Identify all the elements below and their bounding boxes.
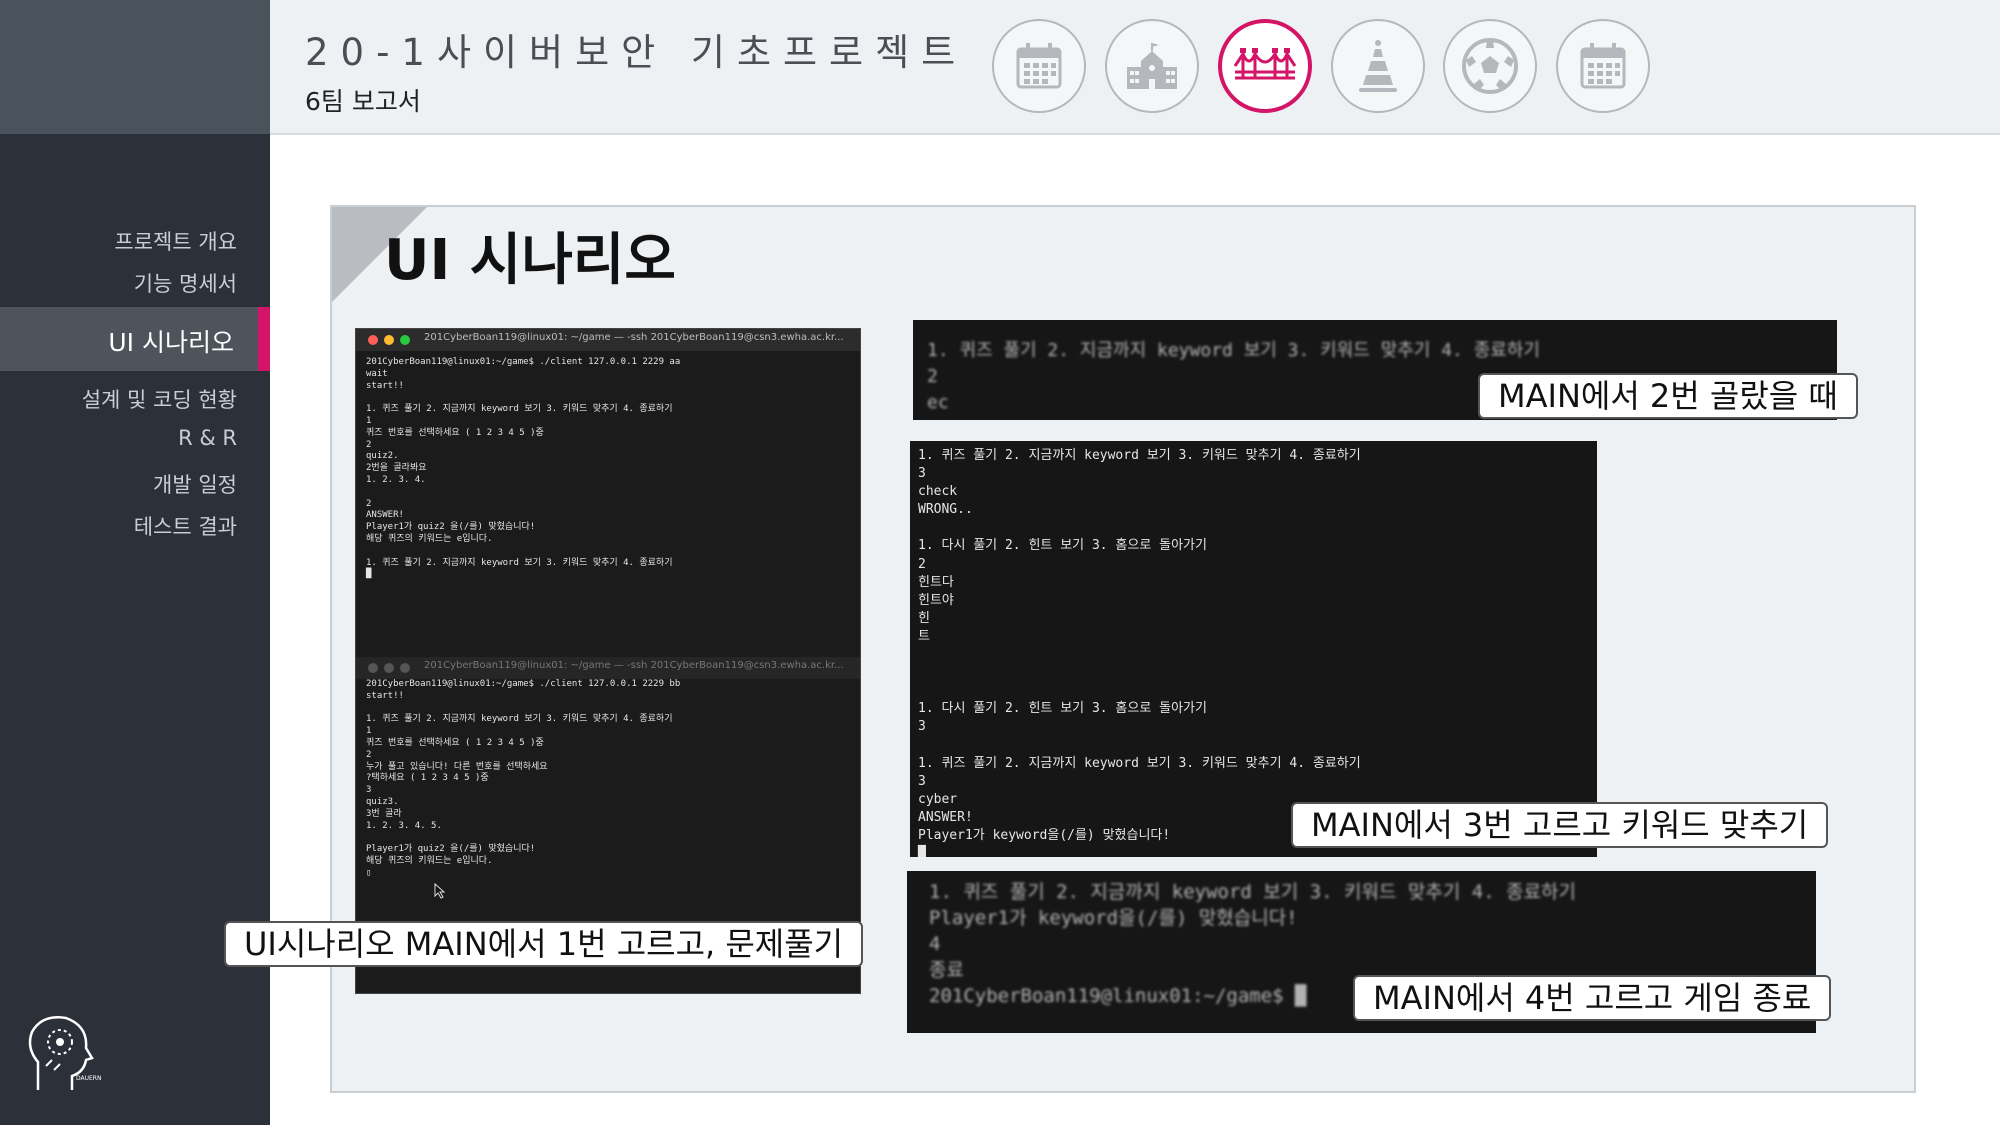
maximize-dot [400,335,410,345]
active-indicator [258,307,270,371]
sidebar-top-band [0,0,270,134]
page-title: 20-1사이버보안 기초프로젝트 [305,31,968,74]
caption-main-2: MAIN에서 2번 골랐을 때 [1478,373,1858,419]
sidebar-item-spec[interactable]: 기능 명세서 [134,268,237,298]
window-titlebar: 201CyberBoan119@linux01: ~/game — -ssh 2… [356,657,860,679]
soccer-ball-icon[interactable] [1443,19,1537,113]
caption-main-3: MAIN에서 3번 고르고 키워드 맞추기 [1291,802,1829,848]
sidebar-item-schedule[interactable]: 개발 일정 [153,469,237,499]
mouse-cursor-icon [434,883,446,899]
terminal-output: 201CyberBoan119@linux01:~/game$ ./client… [366,357,681,580]
terminal-output: 1. 퀴즈 풀기 2. 지금까지 keyword 보기 3. 키워드 맞추기 4… [918,448,1361,857]
school-icon[interactable] [1105,19,1199,113]
header: 20-1사이버보안 기초프로젝트 6팀 보고서 [270,0,2000,135]
bridge-icon[interactable] [1218,19,1312,113]
team-logo: DAUERN [28,1016,101,1090]
terminal-screenshot-main-3: 1. 퀴즈 풀기 2. 지금까지 keyword 보기 3. 키워드 맞추기 4… [910,441,1597,857]
close-dot [368,335,378,345]
minimize-dot [384,663,394,673]
terminal-output: 201CyberBoan119@linux01:~/game$ ./client… [366,679,681,878]
slide-title: UI 시나리오 [384,228,676,293]
sidebar-item-label: UI 시나리오 [108,328,234,357]
sidebar-item-overview[interactable]: 프로젝트 개요 [114,226,237,256]
window-title: 201CyberBoan119@linux01: ~/game — -ssh 2… [424,332,844,343]
terminal-output: 1. 퀴즈 풀기 2. 지금까지 keyword 보기 3. 키워드 맞추기 4… [927,340,1540,413]
window-title: 201CyberBoan119@linux01: ~/game — -ssh 2… [424,660,844,671]
party-hat-icon[interactable] [1331,19,1425,113]
close-dot [368,663,378,673]
terminal-screenshot-main-1: 201CyberBoan119@linux01: ~/game — -ssh 2… [355,328,861,994]
caption-main-4: MAIN에서 4번 고르고 게임 종료 [1353,975,1832,1021]
sidebar-item-test[interactable]: 테스트 결과 [134,511,237,541]
minimize-dot [384,335,394,345]
sidebar-item-rr[interactable]: R & R [178,426,237,450]
maximize-dot [400,663,410,673]
sidebar-item-ui-scenario[interactable]: UI 시나리오 [0,307,270,371]
page-subtitle: 6팀 보고서 [305,87,421,116]
calendar-icon[interactable] [1556,19,1650,113]
calendar-icon[interactable] [992,19,1086,113]
svg-text:DAUERN: DAUERN [76,1075,101,1082]
window-titlebar: 201CyberBoan119@linux01: ~/game — -ssh 2… [356,329,860,351]
sidebar-item-design[interactable]: 설계 및 코딩 현황 [82,384,237,414]
caption-main-1: UI시나리오 MAIN에서 1번 고르고, 문제풀기 [224,921,864,967]
